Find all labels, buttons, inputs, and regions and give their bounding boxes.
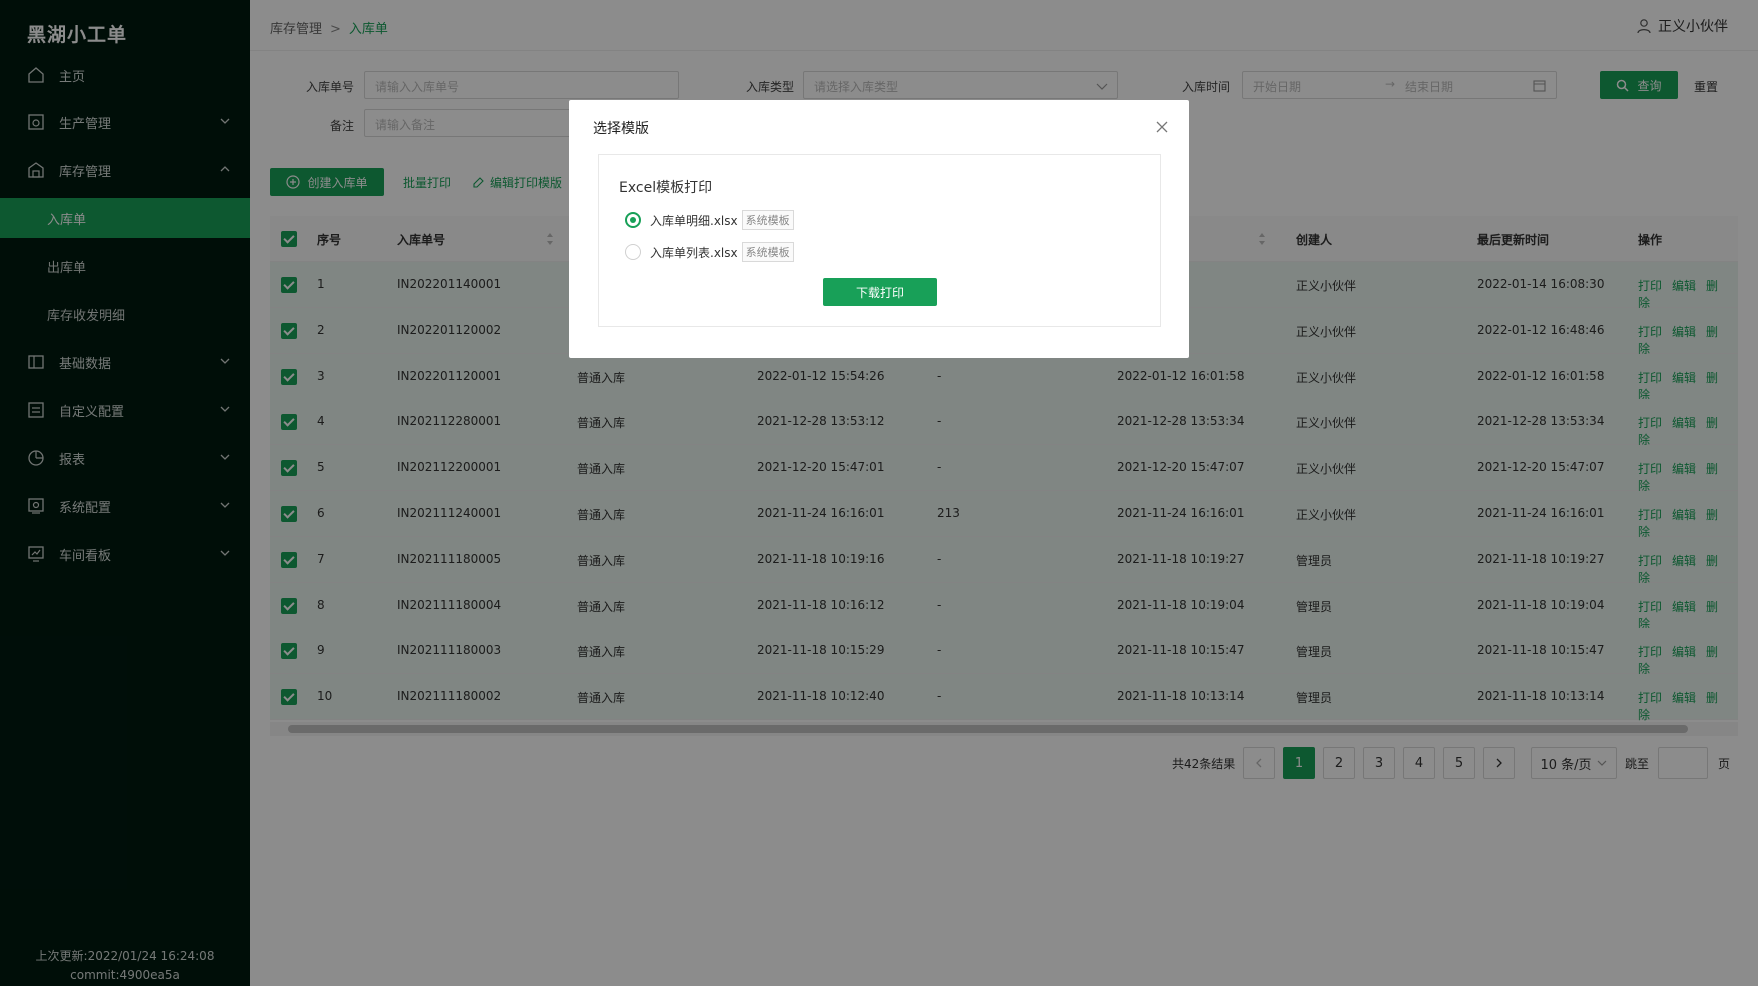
template-options-panel: Excel模板打印 入库单明细.xlsx 系统模板 入库单列表.xlsx 系统模… (598, 154, 1161, 327)
radio-unselected[interactable] (625, 244, 641, 260)
template-option-detail[interactable]: 入库单明细.xlsx 系统模板 (625, 210, 794, 230)
system-template-tag: 系统模板 (741, 242, 794, 262)
radio-selected[interactable] (625, 212, 641, 228)
select-template-modal: 选择模版 Excel模板打印 入库单明细.xlsx 系统模板 入库单列表.xls… (569, 100, 1189, 358)
excel-print-title: Excel模板打印 (619, 180, 713, 196)
close-icon[interactable] (1155, 120, 1169, 134)
system-template-tag: 系统模板 (741, 210, 794, 230)
modal-title: 选择模版 (593, 121, 649, 137)
template-option-label: 入库单明细.xlsx (650, 213, 738, 228)
template-option-label: 入库单列表.xlsx (650, 245, 738, 260)
download-print-button[interactable]: 下载打印 (823, 278, 937, 306)
template-option-list[interactable]: 入库单列表.xlsx 系统模板 (625, 242, 794, 262)
